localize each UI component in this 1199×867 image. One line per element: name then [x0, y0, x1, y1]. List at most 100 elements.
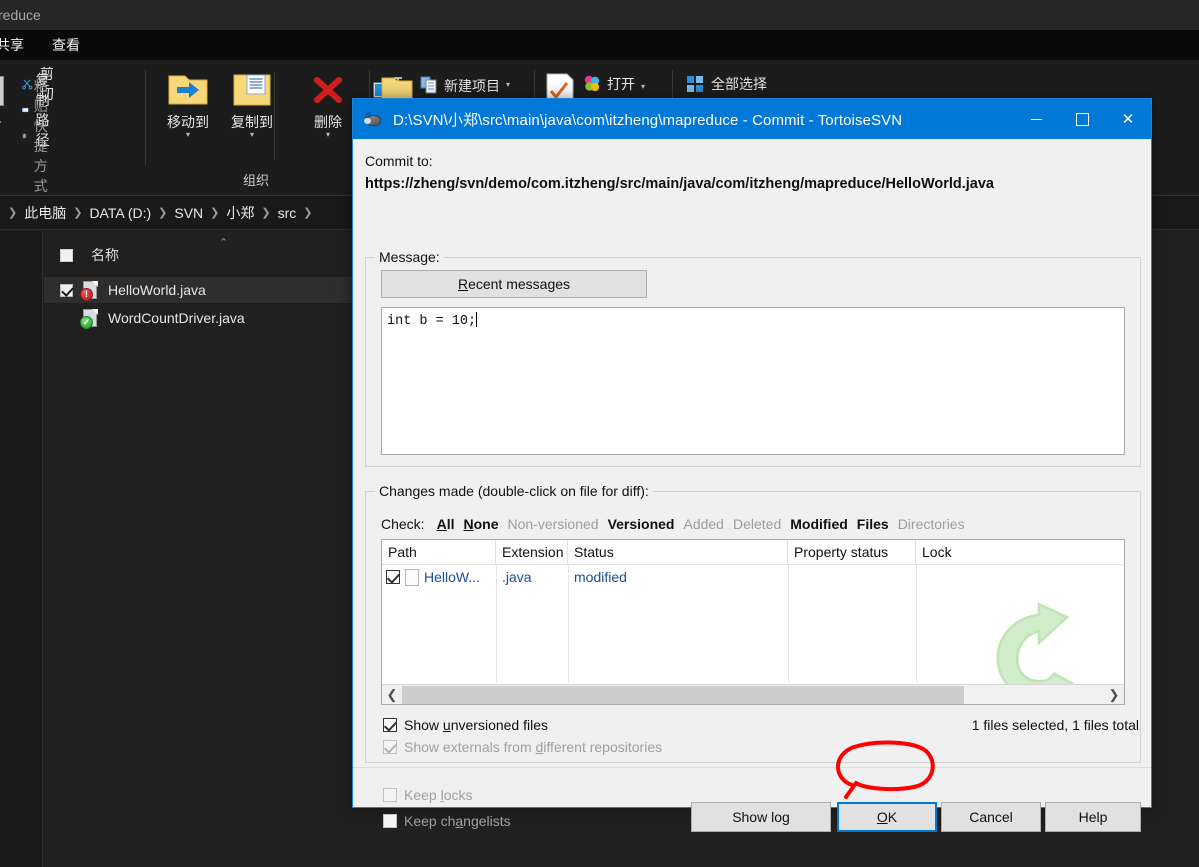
check-link-files[interactable]: Files — [857, 516, 889, 532]
svn-normal-overlay-icon: ✓ — [80, 316, 93, 329]
column-header-property-status[interactable]: Property status — [788, 540, 916, 565]
breadcrumb-item-4[interactable]: src — [278, 205, 297, 221]
cancel-button[interactable]: Cancel — [941, 802, 1041, 832]
ok-button[interactable]: OK — [837, 802, 937, 832]
clipboard-icon — [0, 76, 4, 106]
chevron-right-icon[interactable]: ❯ — [1104, 686, 1124, 704]
select-all-checkbox[interactable] — [60, 249, 73, 262]
table-row[interactable]: HelloW... .java modified — [382, 565, 1124, 589]
close-button[interactable]: ✕ — [1105, 99, 1151, 139]
cell-property-status — [788, 565, 916, 589]
scissors-icon — [22, 76, 33, 92]
check-links-row: Check: All None Non-versioned Versioned … — [381, 516, 974, 532]
recent-messages-button[interactable]: Recent messages — [381, 270, 647, 298]
recent-messages-accesskey: R — [458, 276, 468, 292]
check-link-added[interactable]: Added — [683, 516, 723, 532]
breadcrumb-item-3[interactable]: 小郑 — [226, 203, 254, 223]
chevron-right-icon: ❯ — [73, 206, 82, 219]
maximize-button[interactable] — [1059, 99, 1105, 139]
ribbon-item-paste-shortcut-label: 粘贴快捷方式 — [34, 76, 59, 196]
horizontal-scrollbar[interactable]: ❮ ❯ — [382, 684, 1124, 704]
commit-message-input[interactable]: int b = 10; — [381, 307, 1125, 455]
java-file-icon: ! — [82, 281, 99, 300]
chevron-down-icon[interactable]: ▾ — [506, 76, 510, 88]
check-link-none[interactable]: None — [463, 516, 498, 532]
column-header-path[interactable]: Path — [382, 540, 496, 565]
files-status-text: 1 files selected, 1 files total — [972, 717, 1139, 733]
changes-listview[interactable]: Path Extension Status Property status Lo… — [381, 539, 1125, 705]
commit-dialog: D:\SVN\小郑\src\main\java\com\itzheng\mapr… — [352, 98, 1152, 808]
chevron-left-icon[interactable]: ❮ — [382, 686, 402, 704]
tortoise-icon — [364, 110, 384, 128]
check-link-all[interactable]: All — [437, 516, 455, 532]
select-all-icon — [686, 75, 704, 93]
column-header-lock[interactable]: Lock — [916, 540, 1124, 565]
cell-path: HelloW... — [424, 569, 480, 585]
chevron-down-icon[interactable]: ▾ — [186, 132, 190, 138]
chevron-right-icon: ❯ — [210, 206, 219, 219]
keep-changelists-label: Keep changelists — [404, 813, 511, 829]
keep-changelists-checkbox[interactable]: Keep changelists — [383, 813, 511, 829]
check-link-directories[interactable]: Directories — [898, 516, 965, 532]
show-externals-checkbox[interactable]: Show externals from different repositori… — [383, 739, 662, 755]
ribbon-item-open-label[interactable]: 打开 — [607, 74, 635, 94]
ribbon-item-copy-to[interactable]: 复制到 ▾ — [224, 70, 280, 138]
checkbox-box — [383, 814, 397, 828]
separator — [353, 767, 1151, 768]
ribbon-group-select: 全部选择 — [686, 74, 767, 94]
check-link-non-versioned[interactable]: Non-versioned — [508, 516, 599, 532]
chevron-down-icon[interactable]: ▾ — [641, 79, 645, 90]
cell-lock — [916, 565, 1124, 589]
scrollbar-thumb[interactable] — [402, 686, 964, 704]
ribbon-item-delete[interactable]: 删除 ▾ — [300, 70, 356, 138]
ribbon-item-paste-shortcut[interactable]: 粘贴快捷方式 — [22, 123, 59, 149]
menu-item-share[interactable]: 共享 — [0, 35, 24, 55]
scrollbar-track[interactable] — [402, 686, 1104, 704]
row-checkbox[interactable] — [60, 284, 73, 297]
menu-item-view[interactable]: 查看 — [52, 35, 80, 55]
chevron-down-icon[interactable]: ▾ — [326, 132, 330, 138]
row-checkbox[interactable] — [386, 570, 400, 584]
column-header-name[interactable]: 名称 — [91, 245, 119, 265]
commit-message-text: int b = 10; — [387, 314, 476, 329]
listview-header: Path Extension Status Property status Lo… — [382, 540, 1124, 565]
show-log-button[interactable]: Show log — [691, 802, 831, 832]
column-header-status[interactable]: Status — [568, 540, 788, 565]
svn-modified-overlay-icon: ! — [80, 288, 93, 301]
ribbon-item-select-all-label[interactable]: 全部选择 — [711, 74, 767, 94]
help-label: Help — [1079, 809, 1108, 825]
check-link-modified[interactable]: Modified — [790, 516, 848, 532]
column-header-extension[interactable]: Extension — [496, 540, 568, 565]
minimize-button[interactable] — [1013, 99, 1059, 139]
explorer-tab-title: reduce — [0, 7, 41, 23]
text-caret — [476, 312, 477, 327]
checkbox-box — [383, 718, 397, 732]
breadcrumb-item-0[interactable]: 此电脑 — [24, 203, 66, 223]
show-unversioned-checkbox[interactable]: Show unversioned files — [383, 717, 548, 733]
chevron-down-icon[interactable]: ▾ — [250, 132, 254, 138]
ribbon-item-copy-to-label: 复制到 — [231, 112, 273, 132]
breadcrumb-item-1[interactable]: DATA (D:) — [89, 205, 151, 221]
open-icon — [583, 75, 601, 93]
ribbon-group-organize-label: 组织 — [243, 170, 269, 189]
chevron-right-icon: ❯ — [8, 206, 17, 219]
ribbon-item-new-label[interactable]: 新建项目 — [444, 76, 500, 96]
file-icon — [405, 569, 419, 586]
dialog-titlebar[interactable]: D:\SVN\小郑\src\main\java\com\itzheng\mapr… — [353, 99, 1151, 139]
file-list-row-helloworld[interactable]: ! HelloWorld.java — [44, 277, 384, 303]
recent-messages-label-rest: ecent messages — [468, 276, 570, 292]
check-link-deleted[interactable]: Deleted — [733, 516, 781, 532]
help-button[interactable]: Help — [1045, 802, 1141, 832]
navigation-pane[interactable] — [0, 231, 43, 867]
copy-to-icon — [229, 70, 275, 110]
explorer-menubar: 共享 查看 — [0, 30, 1199, 60]
changes-legend: Changes made (double-click on file for d… — [375, 483, 653, 499]
sort-ascending-icon: ⌃ — [219, 236, 228, 249]
paste-shortcut-icon — [22, 128, 27, 144]
ribbon-item-move-to[interactable]: 移动到 ▾ — [160, 70, 216, 138]
ribbon-item-delete-label: 删除 — [314, 112, 342, 132]
keep-locks-checkbox[interactable]: Keep locks — [383, 787, 473, 803]
commit-url: https://zheng/svn/demo/com.itzheng/src/m… — [365, 176, 1141, 192]
breadcrumb-item-2[interactable]: SVN — [174, 205, 203, 221]
check-link-versioned[interactable]: Versioned — [608, 516, 675, 532]
